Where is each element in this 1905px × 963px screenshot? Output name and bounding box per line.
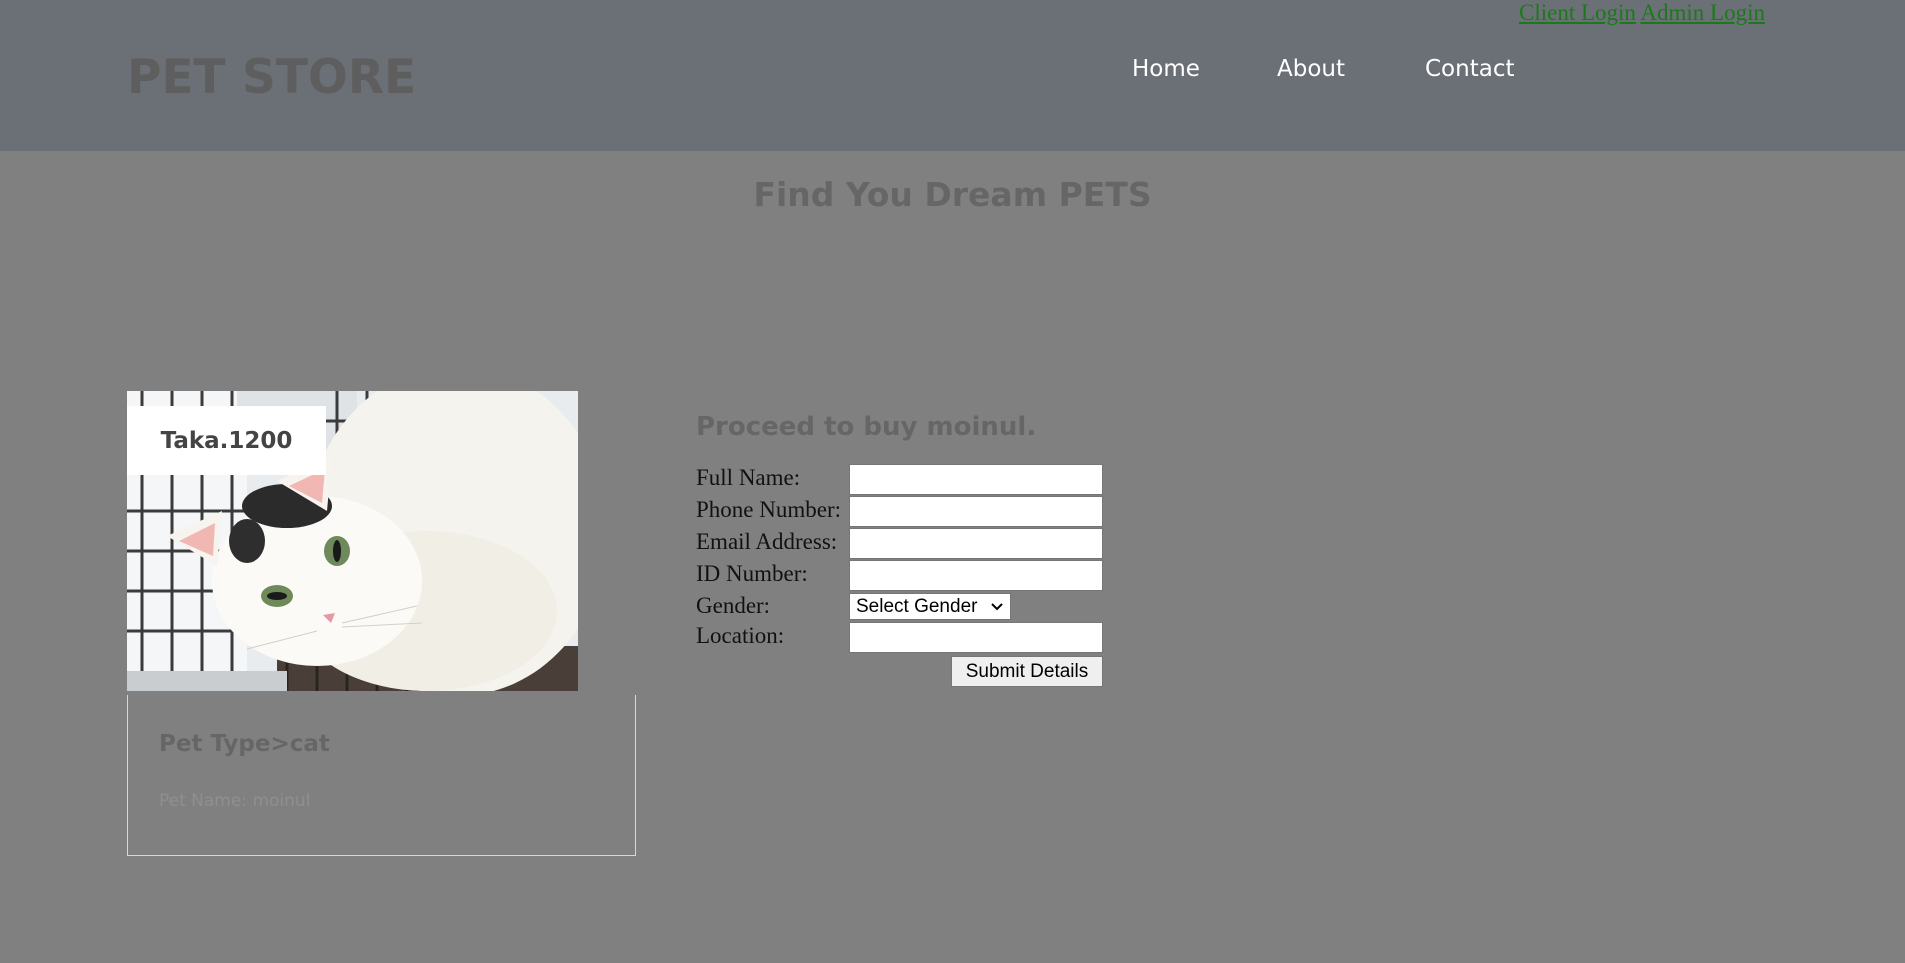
gender-select[interactable]: Select Gender [849,593,1011,620]
page: Client Login Admin Login PET STORE Home … [0,0,1905,963]
phone-number-label: Phone Number: [696,497,842,522]
pet-name-line: Pet Name: moinul [159,791,311,811]
admin-login-link[interactable]: Admin Login [1640,0,1765,25]
id-number-label: ID Number: [696,561,808,586]
pet-type-line: Pet Type>cat [159,731,330,757]
nav-contact[interactable]: Contact [1425,56,1514,82]
price-tag: Taka.1200 [127,406,326,475]
submit-details-button[interactable]: Submit Details [951,656,1103,687]
form-title: Proceed to buy moinul. [696,412,1037,442]
full-name-label: Full Name: [696,465,801,490]
hero-title: Find You Dream PETS [753,175,1152,214]
pet-info-box: Pet Type>cat Pet Name: moinul [127,695,636,856]
nav-home[interactable]: Home [1132,56,1200,82]
top-login-links: Client Login Admin Login [1519,0,1765,26]
client-login-link[interactable]: Client Login [1519,0,1636,25]
gender-select-value: Select Gender [856,596,978,617]
email-address-label: Email Address: [696,529,838,554]
gender-label: Gender: [696,593,771,618]
full-name-input[interactable] [849,464,1103,495]
site-header: Client Login Admin Login PET STORE Home … [0,0,1905,151]
nav-about[interactable]: About [1277,56,1345,82]
email-address-input[interactable] [849,528,1103,559]
id-number-input[interactable] [849,560,1103,591]
brand-logo-text[interactable]: PET STORE [127,50,416,105]
location-input[interactable] [849,622,1103,653]
phone-number-input[interactable] [849,496,1103,527]
location-label: Location: [696,623,785,648]
